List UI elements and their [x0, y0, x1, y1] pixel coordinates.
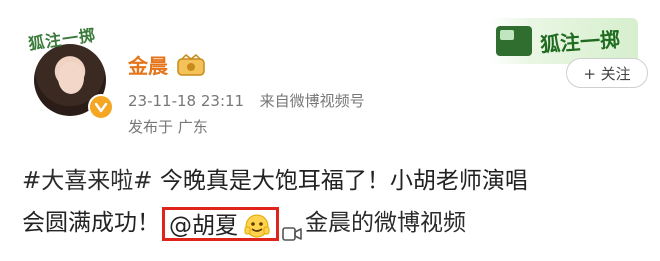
- post-meta: 23-11-18 23:11 来自微博视频号: [128, 90, 365, 111]
- post-line-1: #大喜来啦# 今晚真是大饱耳福了！小胡老师演唱: [22, 160, 642, 202]
- emoji-icon: [244, 213, 270, 239]
- mention-highlight-box: @胡夏: [162, 206, 279, 241]
- avatar-face: [58, 62, 84, 94]
- mention-link[interactable]: @胡夏: [169, 213, 238, 239]
- post-text-2: 会圆满成功！: [22, 210, 160, 236]
- name-row: 金晨: [128, 50, 206, 79]
- verified-badge-icon: [88, 94, 114, 120]
- follow-button[interactable]: + 关注: [566, 58, 648, 88]
- post-line-2: 会圆满成功！ @胡夏 金晨的微博视频: [22, 202, 642, 244]
- post-source: 来自微博视频号: [259, 92, 365, 110]
- video-link-label: 金晨的微博视频: [305, 210, 466, 236]
- topic-hashtag[interactable]: #大喜来啦#: [22, 168, 153, 194]
- vip-crown-icon[interactable]: [176, 53, 206, 77]
- weibo-post: 狐注一掷 金晨 23-11-18 23:11 来自微博视频号 发布于 广东 狐注…: [0, 0, 660, 261]
- post-location: 发布于 广东: [128, 118, 208, 136]
- post-text-1: 今晚真是大饱耳福了！小胡老师演唱: [152, 168, 528, 194]
- post-timestamp[interactable]: 23-11-18 23:11: [128, 92, 244, 110]
- banner-text: 狐注一掷: [539, 27, 621, 57]
- user-name[interactable]: 金晨: [128, 50, 168, 79]
- video-link[interactable]: 金晨的微博视频: [281, 210, 466, 241]
- post-content: #大喜来啦# 今晚真是大饱耳福了！小胡老师演唱 会圆满成功！ @胡夏 金晨的微博视…: [22, 160, 642, 244]
- van-illustration-icon: [496, 26, 532, 56]
- avatar-area[interactable]: 狐注一掷: [24, 22, 114, 120]
- video-icon: [281, 215, 303, 241]
